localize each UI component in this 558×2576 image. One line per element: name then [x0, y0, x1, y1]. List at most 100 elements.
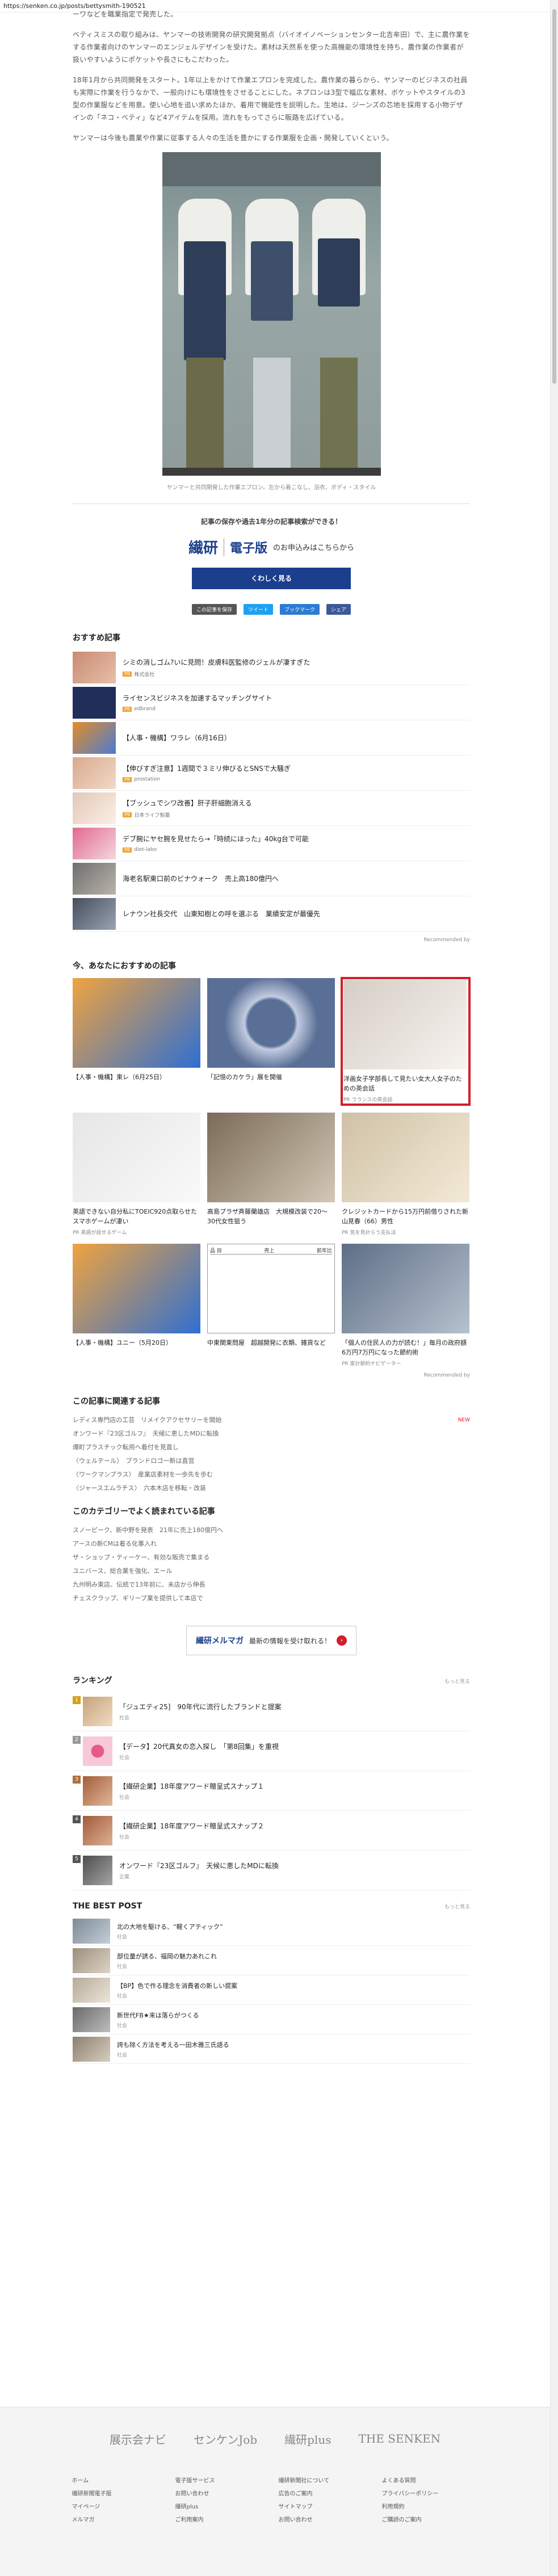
best-post-heading: THE BEST POST: [73, 1902, 142, 1911]
list-item[interactable]: シミの消しゴム?いに見問！皮膚科医監修のジェルが凄すぎた PR 株式会社: [73, 650, 470, 685]
rank-number: 2: [73, 1736, 81, 1744]
learn-more-button[interactable]: くわしく見る: [192, 568, 351, 589]
footer-link[interactable]: サイトマップ: [279, 2502, 375, 2510]
footer-link[interactable]: 繊研plus: [175, 2502, 272, 2510]
list-item[interactable]: デブ腕にヤセ腕を見せたら→「時続にほった」40kg台で可能 PR diet-labo: [73, 826, 470, 861]
bookmark-button[interactable]: ブックマーク: [280, 604, 320, 615]
list-item[interactable]: 【BP】色で作る理念を消費者の新しい提案 社会: [73, 1975, 470, 2005]
article-card[interactable]: 高島プラザ斉藤蘭雄店 大規模改装で20〜30代女性狙う: [207, 1113, 335, 1236]
footer-link[interactable]: お問い合わせ: [175, 2489, 272, 2497]
footer-link[interactable]: 繊研新聞社について: [279, 2476, 375, 2484]
article-card[interactable]: クレジットカードから15万円前借りされた新山見春（66）男性 PR 気を見計らう支…: [342, 1113, 469, 1236]
article-card[interactable]: 「記憶のカケラ」展を開催: [207, 978, 335, 1105]
list-item[interactable]: 九州明み東店、伝統で13年前に、未店から伸長: [73, 1578, 470, 1592]
list-item[interactable]: 〈ワークマンプラス〉 産業店素材を一歩先を歩む: [73, 1468, 470, 1482]
newsletter-banner[interactable]: 繊研メルマガ 最新の情報を受け取れる！ ›: [186, 1626, 356, 1655]
list-item[interactable]: ライセンスビジネスを加速するマッチングサイト PR edbrand: [73, 685, 470, 720]
list-item[interactable]: 【ブッシュでシワ改善】肝子肝細胞消える PR 日本ライフ製薬: [73, 791, 470, 826]
recommended-by[interactable]: Recommended by: [73, 937, 470, 943]
list-item[interactable]: 海老名駅東口前のビナウォーク 売上高180億円へ: [73, 861, 470, 896]
footer-link[interactable]: 広告のご案内: [279, 2489, 375, 2497]
footer-link[interactable]: お問い合わせ: [279, 2515, 375, 2523]
item-title: オンワード『23区ゴルフ』 天候に恵したMDに転換: [73, 1430, 219, 1437]
footer-link[interactable]: 繊研新聞電子版: [72, 2489, 169, 2497]
card-source: PR 気を見計らう支払法: [342, 1230, 396, 1236]
list-item[interactable]: レディス専門店の工芸 リメイクアクセサリーを開始 NEW: [73, 1413, 470, 1427]
list-item[interactable]: 誇も除く方法を考える一田木雅三氏語る 社会: [73, 2034, 470, 2064]
ranking-item[interactable]: 2 【データ】20代真女の恋入探し 「第8回集」を重視 社会: [73, 1731, 470, 1771]
article-card[interactable]: 品 目 売上 前年比 中東関東問屋 超越開発に衣類、雑貨など: [207, 1244, 335, 1367]
item-source: 社会: [117, 2023, 128, 2029]
list-item[interactable]: アースの新CMは着る化事入れ: [73, 1537, 470, 1551]
facebook-share-button[interactable]: シェア: [326, 604, 351, 615]
card-title: 「記憶のカケラ」展を開催: [207, 1073, 282, 1081]
footer-link[interactable]: よくある質問: [382, 2476, 479, 2484]
list-item[interactable]: 〈ウェルテール〉 ブランドロゴ一新は直営: [73, 1454, 470, 1468]
ranking-item[interactable]: 3 【繊研企業】18年度アワード贈呈式スナップ１ 社会: [73, 1771, 470, 1811]
new-badge: NEW: [458, 1417, 470, 1423]
item-title: 【ブッシュでシワ改善】肝子肝細胞消える: [123, 799, 252, 807]
table-header: 品 目: [210, 1248, 222, 1254]
for-you-grid: 【人事・機構】東レ（6月25日） 「記憶のカケラ」展を開催 洋画女子学部長して見…: [73, 977, 471, 1367]
item-title: アースの新CMは着る化事入れ: [73, 1540, 157, 1547]
item-title: シミの消しゴム?いに見問！皮膚科医監修のジェルが凄すぎた: [123, 658, 311, 666]
item-title: レディス専門店の工芸 リメイクアクセサリーを開始: [73, 1416, 222, 1424]
item-title: 【BP】色で作る理念を消費者の新しい提案: [117, 1982, 238, 1990]
list-item[interactable]: 新世代FB★来は落らがつくる 社会: [73, 2005, 470, 2034]
footer-link[interactable]: 電子版サービス: [175, 2476, 272, 2484]
recommended-by[interactable]: Recommended by: [73, 1373, 470, 1378]
ranking-item[interactable]: 1 「ジュエティ25] 90年代に流行したブランドと提案 社会: [73, 1692, 470, 1731]
card-source: PR ラランスの英会話: [343, 1097, 393, 1103]
ranking-item[interactable]: 4 【繊研企業】18年度アワード贈呈式スナップ２ 社会: [73, 1811, 470, 1851]
article-card[interactable]: 【人事・機構】東レ（6月25日）: [73, 978, 200, 1105]
ranking-more-link[interactable]: もっと見る: [444, 1677, 470, 1685]
item-title: 部位量が誘る、福岡の魅力あれこれ: [117, 1952, 217, 1960]
article-card[interactable]: 「個人の住民人の力が読む！」毎月の政府額6万円7万円になった節約術 PR 家計節約…: [342, 1244, 469, 1367]
list-item[interactable]: オンワード『23区ゴルフ』 天候に恵したMDに転換: [73, 1427, 470, 1441]
footer-logo[interactable]: 展示会ナビ: [110, 2431, 166, 2447]
list-item[interactable]: 【伸びすぎ注意】1週間で３ミリ伸びるとSNSで大騒ぎ PR prostation: [73, 756, 470, 791]
footer-logo[interactable]: センケンJob: [194, 2431, 257, 2447]
hatena-save-button[interactable]: この記事を保存: [191, 604, 237, 615]
list-item[interactable]: 爆町プラスチック転用へ着付を見直し: [73, 1441, 470, 1454]
ranking-header: ランキング もっと見る: [73, 1675, 470, 1686]
article-body: ーワなどを職業指定で発売した。 ベティスミスの取り組みは、ヤンマーの技術開発の研…: [73, 8, 470, 144]
item-title: 海老名駅東口前のビナウォーク 売上高180億円へ: [123, 875, 279, 883]
article-card[interactable]: 【人事・機構】ユニー（5月20日）: [73, 1244, 200, 1367]
item-title: 【データ】20代真女の恋入探し 「第8回集」を重視: [119, 1742, 279, 1751]
item-source: edbrand: [134, 706, 156, 712]
item-title: ライセンスビジネスを加速するマッチングサイト: [123, 694, 272, 702]
best-post-header: THE BEST POST もっと見る: [73, 1902, 470, 1911]
tweet-button[interactable]: ツイート: [243, 604, 273, 615]
scrollbar-thumb[interactable]: [552, 9, 556, 384]
item-title: レナウン社長交代 山東知樹との呼を選ぶる 業績安定が最優先: [123, 910, 320, 918]
footer-link[interactable]: ご利用案内: [175, 2515, 272, 2523]
list-item[interactable]: スノーピーク、新中野を発表 21年に売上180億円へ: [73, 1524, 470, 1537]
article-card-highlighted[interactable]: 洋画女子学部長して見たい女大人女子のための英会話 PR ラランスの英会話: [341, 977, 471, 1106]
card-title: 「個人の住民人の力が読む！」毎月の政府額6万円7万円になった節約術: [342, 1339, 467, 1356]
list-item[interactable]: 【人事・機構】ワラレ（6月16日）: [73, 720, 470, 756]
footer-link[interactable]: ホーム: [72, 2476, 169, 2484]
list-item[interactable]: 北の大地を駆ける、“軽くアティック” 社会: [73, 1916, 470, 1946]
vertical-scrollbar[interactable]: [550, 0, 558, 2576]
footer-logo[interactable]: 繊研plus: [284, 2431, 331, 2447]
best-post-more-link[interactable]: もっと見る: [444, 1903, 470, 1910]
list-item[interactable]: レナウン社長交代 山東知樹との呼を選ぶる 業績安定が最優先: [73, 896, 470, 932]
list-item[interactable]: ユニバース、総合業を強化、エール: [73, 1564, 470, 1578]
item-title: 【伸びすぎ注意】1週間で３ミリ伸びるとSNSで大騒ぎ: [123, 765, 291, 773]
article-paragraph: 18年1月から共同開発をスタート。1年以上をかけて作業エプロンを完成した。農作業…: [73, 76, 468, 121]
list-item[interactable]: ザ・ショップ・ティーケー、有効な販売で集まる: [73, 1551, 470, 1564]
footer-link[interactable]: 利用規約: [382, 2502, 479, 2510]
item-title: スノーピーク、新中野を発表 21年に売上180億円へ: [73, 1526, 224, 1534]
article-card[interactable]: 英語できない自分私にTOEIC920点取らせたスマホゲームが凄い PR 英語が話せ…: [73, 1113, 200, 1236]
footer-link[interactable]: マイページ: [72, 2502, 169, 2510]
ranking-item[interactable]: 5 オンワード『23区ゴルフ』 天候に恵したMDに転換 企業: [73, 1851, 470, 1890]
list-item[interactable]: 部位量が誘る、福岡の魅力あれこれ 社会: [73, 1946, 470, 1975]
list-item[interactable]: チェスクラップ、ギリーブ業を提供して本店で: [73, 1592, 470, 1605]
footer-link[interactable]: ご購読のご案内: [382, 2515, 479, 2523]
footer-logo[interactable]: THE SENKEN: [359, 2432, 441, 2445]
footer-link[interactable]: メルマガ: [72, 2515, 169, 2523]
edition-label: 電子版: [223, 538, 267, 556]
list-item[interactable]: 〈ジャースエムラチス〉 六本木店を移転・改装: [73, 1482, 470, 1495]
footer-link[interactable]: プライバシーポリシー: [382, 2489, 479, 2497]
